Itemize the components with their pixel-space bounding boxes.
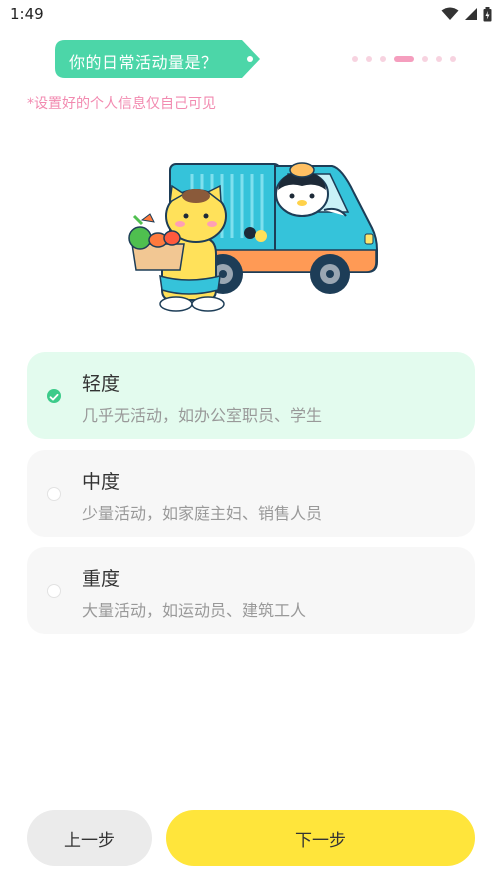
prev-step-button[interactable]: 上一步 [27,810,152,866]
step-dot [366,56,372,62]
option-description: 少量活动，如家庭主妇、销售人员 [82,504,323,523]
option-heavy[interactable]: 重度 大量活动，如运动员、建筑工人 [27,547,475,634]
cats-truck-illustration [120,158,385,318]
option-title: 中度 [82,471,121,493]
status-time: 1:49 [10,5,44,23]
wifi-icon [441,7,459,20]
step-indicator [352,55,456,63]
next-step-button[interactable]: 下一步 [166,810,475,866]
privacy-hint: *设置好的个人信息仅自己可见 [27,96,216,112]
step-dot [422,56,428,62]
status-icons [441,5,492,23]
signal-icon [465,8,477,20]
check-icon [47,389,61,403]
step-dot [450,56,456,62]
radio-icon [47,487,61,501]
option-title: 重度 [82,568,121,590]
option-moderate[interactable]: 中度 少量活动，如家庭主妇、销售人员 [27,450,475,537]
option-description: 大量活动，如运动员、建筑工人 [82,601,307,620]
question-title: 你的日常活动量是？ [69,53,218,72]
step-dot-active [394,56,414,62]
question-bubble: 你的日常活动量是？ [55,40,260,78]
radio-icon [47,584,61,598]
step-dot [352,56,358,62]
battery-icon [483,6,492,21]
step-dot [436,56,442,62]
option-light[interactable]: 轻度 几乎无活动，如办公室职员、学生 [27,352,475,439]
status-bar: 1:49 [0,0,502,28]
option-description: 几乎无活动，如办公室职员、学生 [82,406,323,425]
option-title: 轻度 [82,373,121,395]
step-dot [380,56,386,62]
